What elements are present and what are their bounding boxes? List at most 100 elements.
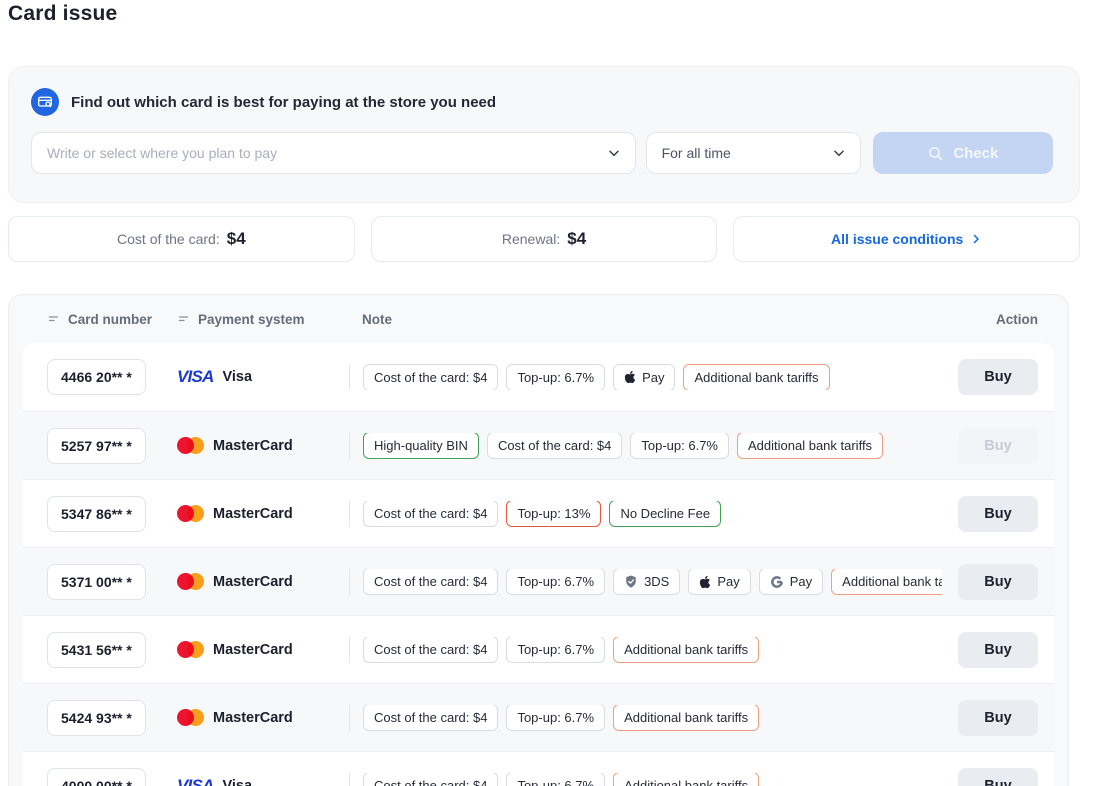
payment-name: Visa — [222, 778, 252, 786]
card-number-cell: 5347 86** * — [47, 496, 177, 532]
card-number-chip: 5257 97** * — [47, 428, 146, 464]
note-tag: No Decline Fee — [609, 501, 721, 527]
action-cell: Buy — [942, 564, 1038, 600]
column-header-payment-system[interactable]: Payment system — [177, 312, 349, 327]
mastercard-logo — [177, 709, 204, 726]
summary-row: Cost of the card: $4 Renewal: $4 All iss… — [8, 216, 1080, 262]
finder-controls: For all time Check — [31, 132, 1053, 174]
payment-logo — [177, 641, 204, 658]
column-label: Card number — [68, 312, 152, 327]
payment-name: MasterCard — [213, 710, 293, 726]
note-tags: Cost of the card: $4Top-up: 6.7%Addition… — [349, 773, 942, 786]
note-tag: Additional bank tariffs — [831, 569, 942, 595]
cost-label: Cost of the card: — [117, 231, 220, 247]
store-select-input[interactable] — [32, 133, 635, 173]
column-label: Payment system — [198, 312, 305, 327]
table-row: 5347 86** * MasterCard Cost of the card:… — [23, 479, 1054, 547]
card-number-chip: 5431 56** * — [47, 632, 146, 668]
note-tag: Top-up: 6.7% — [506, 705, 605, 731]
card-number-cell: 5371 00** * — [47, 564, 177, 600]
table-row: 5424 93** * MasterCard Cost of the card:… — [23, 683, 1054, 751]
note-tags: Cost of the card: $4 Top-up: 13% No Declin… — [349, 501, 942, 527]
note-tag: Cost of the card: $4 — [363, 501, 498, 527]
payment-system-cell: MasterCard — [177, 573, 349, 590]
action-cell: Buy — [942, 359, 1038, 395]
card-issue-page: Card issue Find out which card is best f… — [0, 0, 1103, 786]
payment-system-cell: VISA Visa — [177, 776, 349, 786]
table-row: 5431 56** * MasterCard Cost of the card:… — [23, 615, 1054, 683]
note-tag: Additional bank tariffs — [683, 364, 829, 390]
buy-button[interactable]: Buy — [958, 700, 1038, 736]
card-number-chip: 5424 93** * — [47, 700, 146, 736]
issue-conditions-card[interactable]: All issue conditions — [733, 216, 1080, 262]
card-number-chip: 5371 00** * — [47, 564, 146, 600]
store-select[interactable] — [31, 132, 636, 174]
card-number-chip: 4000 00** * — [47, 768, 146, 786]
card-number-chip: 4466 20** * — [47, 359, 146, 395]
card-number-cell: 4000 00** * — [47, 768, 177, 786]
apple-pay-icon — [624, 370, 636, 384]
action-cell: Buy — [942, 632, 1038, 668]
action-cell: Buy — [942, 428, 1038, 464]
period-select[interactable]: For all time — [646, 132, 861, 174]
buy-button[interactable]: Buy — [958, 632, 1038, 668]
visa-logo: VISA — [177, 367, 213, 387]
card-number-cell: 4466 20** * — [47, 359, 177, 395]
payment-logo — [177, 505, 204, 522]
column-header-note: Note — [349, 312, 942, 327]
note-tag: Additional bank tariffs — [613, 637, 759, 663]
buy-button[interactable]: Buy — [958, 564, 1038, 600]
note-tags: High-quality BINCost of the card: $4Top-… — [349, 433, 942, 459]
payment-name: Visa — [222, 369, 252, 385]
note-tag: Cost of the card: $4 — [487, 433, 622, 459]
table-header: Card number Payment system Note Action — [23, 295, 1054, 343]
sort-lines-icon — [47, 313, 60, 325]
renewal-label: Renewal: — [502, 231, 560, 247]
period-select-value: For all time — [647, 145, 767, 161]
table-row: 4466 20** * VISA Visa Cost of the card: … — [23, 343, 1054, 411]
chevron-down-icon — [607, 146, 621, 165]
page-title: Card issue — [8, 2, 1103, 26]
note-tags: Cost of the card: $4Top-up: 6.7%Addition… — [349, 637, 942, 663]
note-tag: Top-up: 6.7% — [506, 569, 605, 595]
payment-system-cell: MasterCard — [177, 505, 349, 522]
payment-logo — [177, 437, 204, 454]
mastercard-logo — [177, 641, 204, 658]
buy-button[interactable]: Buy — [958, 428, 1038, 464]
check-button[interactable]: Check — [873, 132, 1053, 174]
note-tag: Cost of the card: $4 — [363, 637, 498, 663]
action-cell: Buy — [942, 496, 1038, 532]
issue-conditions-label: All issue conditions — [831, 231, 963, 247]
buy-button[interactable]: Buy — [958, 496, 1038, 532]
payment-system-cell: MasterCard — [177, 709, 349, 726]
payment-name: MasterCard — [213, 642, 293, 658]
buy-button[interactable]: Buy — [958, 359, 1038, 395]
apple-pay-icon — [699, 575, 711, 589]
note-tag: Pay — [613, 364, 675, 390]
buy-button[interactable]: Buy — [958, 768, 1038, 786]
note-tag: High-quality BIN — [363, 433, 479, 459]
column-label: Action — [996, 312, 1038, 327]
finder-header: Find out which card is best for paying a… — [31, 88, 1053, 116]
note-tag: Additional bank tariffs — [613, 773, 759, 786]
payment-system-cell: VISA Visa — [177, 367, 349, 387]
note-tag: Additional bank tariffs — [737, 433, 883, 459]
action-cell: Buy — [942, 768, 1038, 786]
shield-check-icon — [624, 574, 638, 589]
column-header-action: Action — [942, 312, 1038, 327]
card-finder-panel: Find out which card is best for paying a… — [8, 66, 1080, 203]
issue-conditions-link[interactable]: All issue conditions — [831, 231, 982, 247]
chevron-down-icon — [832, 146, 846, 165]
card-number-cell: 5431 56** * — [47, 632, 177, 668]
note-tag: 3DS — [613, 569, 680, 595]
note-tag: Top-up: 6.7% — [506, 364, 605, 390]
card-search-icon — [31, 88, 59, 116]
note-tag: Top-up: 13% — [506, 501, 601, 527]
mastercard-logo — [177, 505, 204, 522]
column-header-card-number[interactable]: Card number — [47, 312, 177, 327]
column-label: Note — [362, 312, 392, 327]
table-row: 5371 00** * MasterCard Cost of the card:… — [23, 547, 1054, 615]
cost-card: Cost of the card: $4 — [8, 216, 355, 262]
note-tag: Pay — [688, 569, 750, 595]
card-number-cell: 5424 93** * — [47, 700, 177, 736]
